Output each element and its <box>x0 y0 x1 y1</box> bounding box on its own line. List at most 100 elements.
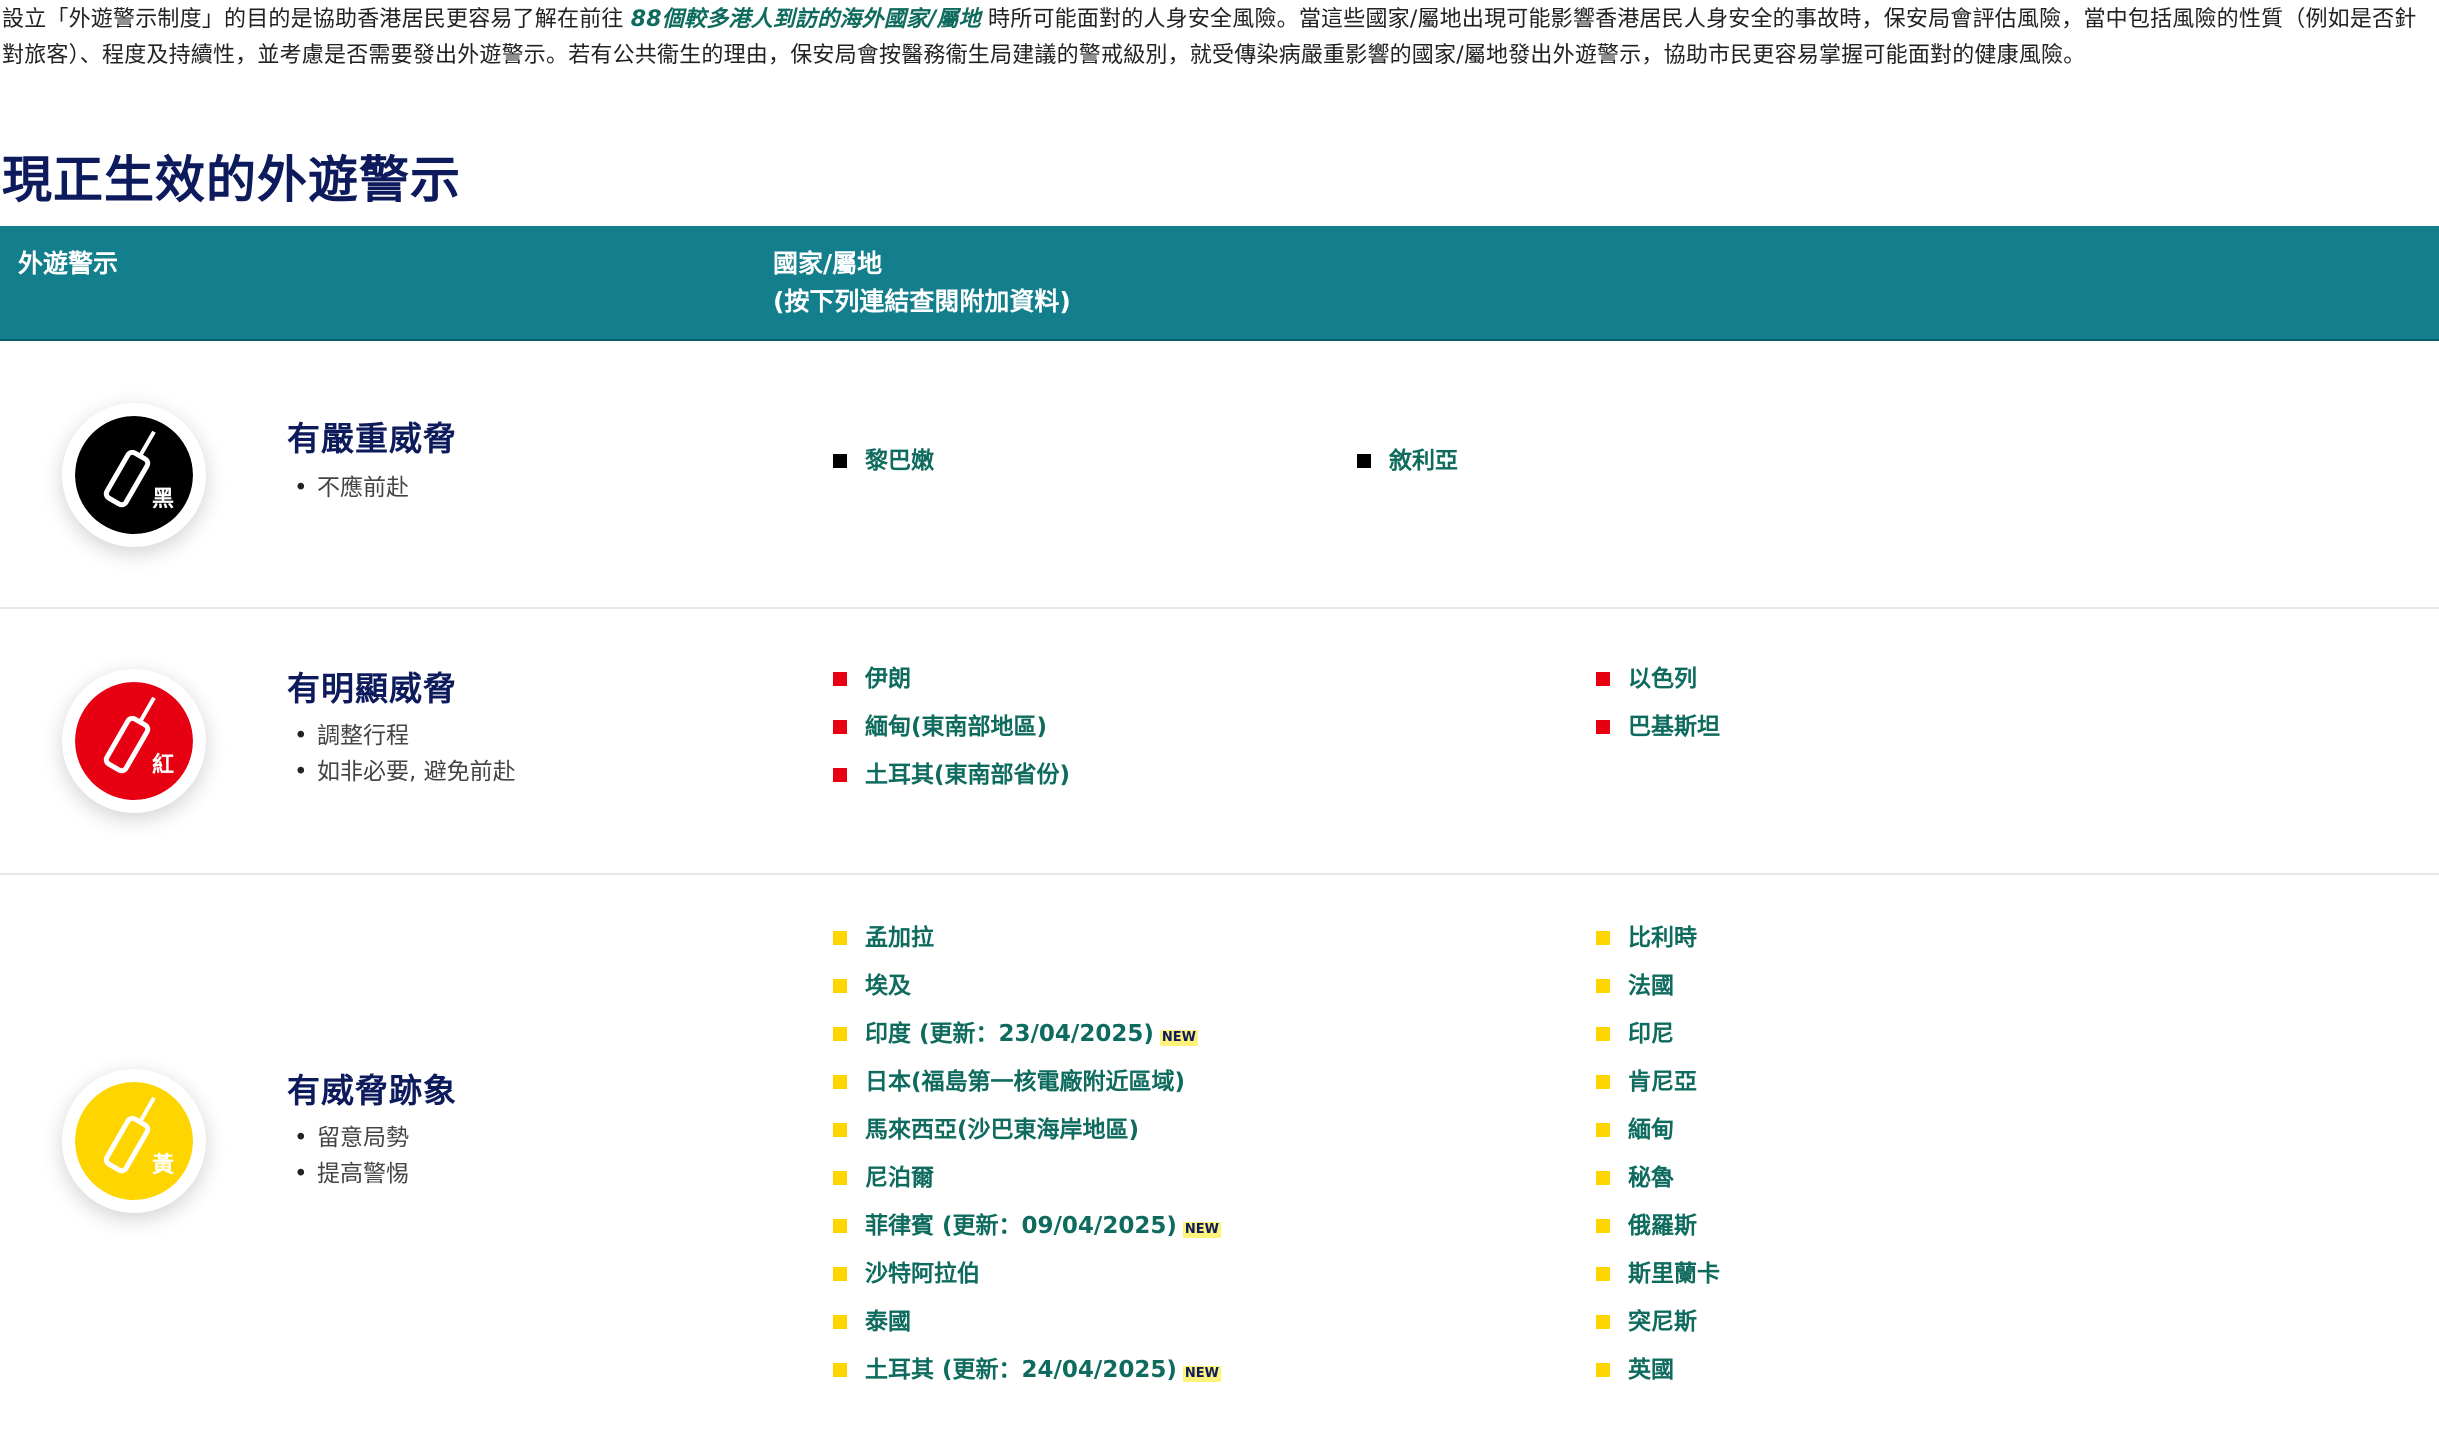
yellow-square-icon <box>1596 931 1610 945</box>
alert-row-yellow: 黃 有威脅跡象 留意局勢 提高警惕 孟加拉埃及印度 (更新：23/04/2025… <box>0 875 2439 1400</box>
country-item[interactable]: 日本(福島第一核電廠附近區域) <box>833 1058 1221 1106</box>
country-link[interactable]: 黎巴嫩 <box>865 446 934 476</box>
alert-row-red: 紅 有明顯威脅 調整行程 如非必要, 避免前赴 伊朗 緬甸(東南部地區) 土耳其… <box>0 609 2439 875</box>
yellow-square-icon <box>1596 1219 1610 1233</box>
yellow-square-icon <box>833 1075 847 1089</box>
yellow-square-icon <box>1596 1315 1610 1329</box>
country-item[interactable]: 埃及 <box>833 962 1221 1010</box>
country-link[interactable]: 緬甸(東南部地區) <box>865 712 1047 742</box>
country-link[interactable]: 比利時 <box>1628 923 1697 953</box>
yellow-alert-badge: 黃 <box>62 1069 206 1213</box>
country-link[interactable]: 法國 <box>1628 971 1674 1001</box>
new-badge: NEW <box>1182 1222 1221 1238</box>
country-item[interactable]: 印尼 <box>1596 1010 1720 1058</box>
country-link[interactable]: 俄羅斯 <box>1628 1211 1697 1241</box>
country-item[interactable]: 肯尼亞 <box>1596 1058 1720 1106</box>
country-link[interactable]: 尼泊爾 <box>865 1163 934 1193</box>
yellow-square-icon <box>1596 979 1610 993</box>
country-link[interactable]: 伊朗 <box>865 664 911 694</box>
country-link[interactable]: 菲律賓 (更新：09/04/2025) <box>865 1211 1177 1241</box>
country-link[interactable]: 土耳其(東南部省份) <box>865 760 1070 790</box>
country-link[interactable]: 巴基斯坦 <box>1628 712 1720 742</box>
yellow-square-icon <box>833 1219 847 1233</box>
yellow-square-icon <box>1596 1267 1610 1281</box>
country-item[interactable]: 黎巴嫩 <box>833 437 934 485</box>
country-list-black-col1: 黎巴嫩 <box>833 437 934 485</box>
country-item[interactable]: 以色列 <box>1596 655 1720 703</box>
country-item[interactable]: 土耳其(東南部省份) <box>833 751 1070 799</box>
country-item[interactable]: 俄羅斯 <box>1596 1202 1720 1250</box>
country-item[interactable]: 泰國 <box>833 1298 1221 1346</box>
country-link[interactable]: 馬來西亞(沙巴東海岸地區) <box>865 1115 1139 1145</box>
new-badge: NEW <box>1182 1366 1221 1382</box>
table-header: 外遊警示 國家/屬地 (按下列連結查閱附加資料) <box>0 226 2439 341</box>
country-item[interactable]: 孟加拉 <box>833 914 1221 962</box>
country-item[interactable]: 印度 (更新：23/04/2025) NEW <box>833 1010 1221 1058</box>
red-square-icon <box>833 720 847 734</box>
yellow-square-icon <box>1596 1027 1610 1041</box>
country-link[interactable]: 敘利亞 <box>1389 446 1458 476</box>
intro-paragraph: 設立「外遊警示制度」的目的是協助香港居民更容易了解在前往 88個較多港人到訪的海… <box>2 2 2434 74</box>
level-notes-yellow: 留意局勢 提高警惕 <box>294 1120 409 1192</box>
country-item[interactable]: 馬來西亞(沙巴東海岸地區) <box>833 1106 1221 1154</box>
red-square-icon <box>1596 672 1610 686</box>
country-list-black-col2: 敘利亞 <box>1357 437 1458 485</box>
country-link[interactable]: 秘魯 <box>1628 1163 1674 1193</box>
header-col-countries: 國家/屬地 (按下列連結查閱附加資料) <box>773 245 1071 321</box>
country-item[interactable]: 英國 <box>1596 1346 1720 1394</box>
alert-row-black: 黑 有嚴重威脅 不應前赴 黎巴嫩 敘利亞 <box>0 341 2439 609</box>
yellow-square-icon <box>833 1363 847 1377</box>
country-link[interactable]: 肯尼亞 <box>1628 1067 1697 1097</box>
country-link[interactable]: 孟加拉 <box>865 923 934 953</box>
country-link[interactable]: 突尼斯 <box>1628 1307 1697 1337</box>
country-item[interactable]: 斯里蘭卡 <box>1596 1250 1720 1298</box>
country-list-red-col1: 伊朗 緬甸(東南部地區) 土耳其(東南部省份) <box>833 655 1070 799</box>
page-title: 現正生效的外遊警示 <box>2 151 461 209</box>
country-item[interactable]: 伊朗 <box>833 655 1070 703</box>
header-col-countries-line1: 國家/屬地 <box>773 249 883 278</box>
country-item[interactable]: 敘利亞 <box>1357 437 1458 485</box>
level-notes-red: 調整行程 如非必要, 避免前赴 <box>294 718 516 790</box>
yellow-square-icon <box>1596 1123 1610 1137</box>
black-alert-badge: 黑 <box>62 403 206 547</box>
red-alert-badge: 紅 <box>62 669 206 813</box>
luggage-icon: 黃 <box>75 1082 193 1200</box>
country-link[interactable]: 日本(福島第一核電廠附近區域) <box>865 1067 1185 1097</box>
destinations-link[interactable]: 88個較多港人到訪的海外國家/屬地 <box>631 7 981 32</box>
yellow-square-icon <box>833 931 847 945</box>
country-item[interactable]: 土耳其 (更新：24/04/2025) NEW <box>833 1346 1221 1394</box>
red-square-icon <box>1596 720 1610 734</box>
new-badge: NEW <box>1159 1030 1198 1046</box>
badge-char-yellow: 黃 <box>152 1152 174 1178</box>
country-link[interactable]: 埃及 <box>865 971 911 1001</box>
yellow-square-icon <box>1596 1075 1610 1089</box>
country-link[interactable]: 土耳其 (更新：24/04/2025) <box>865 1355 1177 1385</box>
country-item[interactable]: 巴基斯坦 <box>1596 703 1720 751</box>
level-title-yellow: 有威脅跡象 <box>287 1071 457 1110</box>
country-link[interactable]: 英國 <box>1628 1355 1674 1385</box>
intro-text-1: 設立「外遊警示制度」的目的是協助香港居民更容易了解在前往 <box>2 7 631 32</box>
country-item[interactable]: 法國 <box>1596 962 1720 1010</box>
country-item[interactable]: 緬甸(東南部地區) <box>833 703 1070 751</box>
red-square-icon <box>833 768 847 782</box>
country-item[interactable]: 菲律賓 (更新：09/04/2025) NEW <box>833 1202 1221 1250</box>
country-link[interactable]: 沙特阿拉伯 <box>865 1259 980 1289</box>
level-title-red: 有明顯威脅 <box>287 669 457 708</box>
level-notes-black: 不應前赴 <box>294 470 409 506</box>
country-item[interactable]: 尼泊爾 <box>833 1154 1221 1202</box>
country-link[interactable]: 印度 (更新：23/04/2025) <box>865 1019 1154 1049</box>
country-item[interactable]: 突尼斯 <box>1596 1298 1720 1346</box>
yellow-square-icon <box>833 1123 847 1137</box>
country-item[interactable]: 緬甸 <box>1596 1106 1720 1154</box>
country-link[interactable]: 泰國 <box>865 1307 911 1337</box>
country-link[interactable]: 以色列 <box>1628 664 1697 694</box>
country-link[interactable]: 緬甸 <box>1628 1115 1674 1145</box>
country-item[interactable]: 比利時 <box>1596 914 1720 962</box>
country-link[interactable]: 印尼 <box>1628 1019 1674 1049</box>
country-link[interactable]: 斯里蘭卡 <box>1628 1259 1720 1289</box>
badge-char-red: 紅 <box>152 752 174 778</box>
country-item[interactable]: 秘魯 <box>1596 1154 1720 1202</box>
yellow-square-icon <box>1596 1171 1610 1185</box>
country-item[interactable]: 沙特阿拉伯 <box>833 1250 1221 1298</box>
luggage-icon: 黑 <box>75 416 193 534</box>
